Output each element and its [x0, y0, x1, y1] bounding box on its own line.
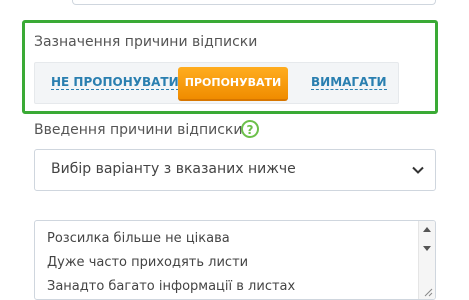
previous-field: [72, 0, 436, 5]
scroll-down-icon[interactable]: [422, 243, 432, 253]
scroll-up-icon[interactable]: [422, 225, 432, 235]
reason-input-label: Введення причини відписки: [34, 122, 243, 138]
select-value: Вибір варіанту з вказаних нижче: [51, 161, 296, 177]
resize-handle-icon[interactable]: [423, 287, 433, 297]
help-icon[interactable]: ?: [241, 120, 259, 138]
textarea-scrollbar[interactable]: [418, 221, 435, 299]
option-label: ВИМАГАТИ: [311, 75, 387, 90]
textarea-line: Розсилка більше не цікава: [47, 231, 230, 246]
reason-options-textarea[interactable]: Розсилка більше не цікава Дуже часто при…: [34, 220, 436, 300]
chevron-down-icon: [412, 166, 424, 174]
reason-mode-label: Зазначення причини відписки: [34, 34, 258, 50]
textarea-line: Дуже часто приходять листи: [47, 255, 249, 270]
option-offer[interactable]: ПРОПОНУВАТИ: [178, 67, 288, 101]
reason-mode-selector: НЕ ПРОПОНУВАТИ ПРОПОНУВАТИ ВИМАГАТИ: [34, 62, 399, 104]
option-do-not-offer[interactable]: НЕ ПРОПОНУВАТИ: [51, 63, 179, 103]
option-require[interactable]: ВИМАГАТИ: [311, 63, 387, 103]
option-label: НЕ ПРОПОНУВАТИ: [51, 75, 179, 90]
reason-input-select[interactable]: Вибір варіанту з вказаних нижче: [34, 149, 436, 191]
textarea-line: Занадто багато інформації в листах: [47, 279, 296, 294]
